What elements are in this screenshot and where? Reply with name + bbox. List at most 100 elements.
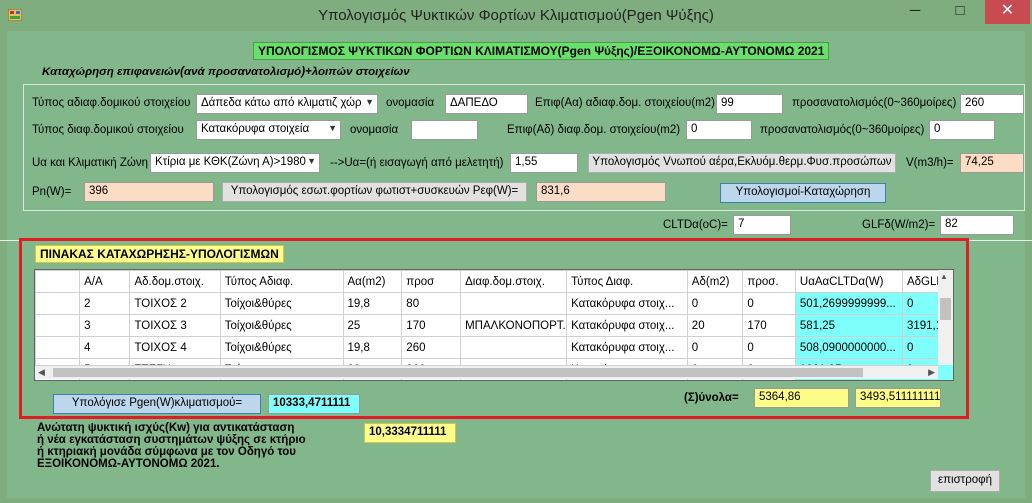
- table-title: ΠΙΝΑΚΑΣ ΚΑΤΑΧΩΡΗΣΗΣ-ΥΠΟΛΟΓΙΣΜΩΝ: [35, 245, 284, 263]
- pgen-output: 10333,4711111: [268, 394, 360, 414]
- column-header[interactable]: προσ: [401, 270, 462, 293]
- column-header[interactable]: προσ.: [742, 270, 796, 293]
- table-cell[interactable]: Κατακόρυφα στοιχ...: [566, 292, 688, 315]
- calc-internal-loads-button[interactable]: Υπολογισμός εσωτ.φορτίων φωτιστ+συσκευών…: [222, 182, 527, 202]
- table-cell[interactable]: 170: [742, 314, 796, 337]
- chevron-down-icon: ▼: [307, 156, 316, 166]
- calc-fresh-air-button[interactable]: Υπολογισμός Vνωπού αέρα,Εκλυόμ.θερμ.Φυσ.…: [588, 153, 896, 173]
- opaque-type-select[interactable]: Δάπεδα κάτω από κλιματιζ χώρ ▼: [196, 94, 378, 114]
- table-cell[interactable]: Τοίχοι&θύρες: [219, 292, 344, 315]
- table-cell[interactable]: [460, 336, 568, 359]
- row-header[interactable]: [35, 292, 81, 315]
- calculate-register-button[interactable]: Υπολογισμοί-Καταχώρηση: [720, 183, 886, 203]
- table-cell[interactable]: [460, 292, 568, 315]
- close-button[interactable]: ✕: [985, 0, 1030, 24]
- table-cell[interactable]: ΜΠΑΛΚΟΝΟΠΟΡΤ...: [460, 314, 568, 337]
- opaque-area-input[interactable]: 99: [716, 94, 783, 114]
- table-cell[interactable]: Κατακόρυφα στοιχ...: [566, 314, 688, 337]
- transparent-name-input[interactable]: [411, 120, 478, 140]
- transparent-area-label: Επιφ(Αδ) διαφ.δομ. στοιχείου(m2): [507, 124, 681, 136]
- transparent-type-select[interactable]: Κατακόρυφα στοιχεία ▼: [196, 120, 341, 140]
- transparent-orientation-input[interactable]: 0: [929, 120, 995, 140]
- table-cell[interactable]: 0: [686, 336, 744, 359]
- total-glf-output: 3493,511111111: [855, 388, 941, 408]
- table-cell[interactable]: 260: [401, 336, 462, 359]
- table-cell[interactable]: Τοίχοι&θύρες: [219, 314, 344, 337]
- table-cell[interactable]: 501,2699999999...: [794, 292, 903, 315]
- opaque-type-label: Τύπος αδιαφ.δομικού στοιχείου: [32, 97, 191, 109]
- footnote-line: ή νέα εγκατάσταση συστημάτων ψύξης σε κτ…: [37, 434, 306, 446]
- table-cell[interactable]: 25: [342, 314, 403, 337]
- row-header[interactable]: [35, 314, 81, 337]
- table-cell[interactable]: 19,8: [342, 336, 403, 359]
- table-cell[interactable]: 581,25: [794, 314, 903, 337]
- kw-output: 10,3334711111: [364, 423, 456, 443]
- page-banner: ΥΠΟΛΟΓΙΣΜΟΣ ΨΥΚΤΙΚΩΝ ΦΟΡΤΙΩΝ ΚΛΙΜΑΤΙΣΜΟΥ…: [253, 42, 830, 60]
- footnote-line: ή κτηριακή μονάδα σύμφωνα με τον Οδηγό τ…: [37, 446, 296, 458]
- back-button[interactable]: επιστροφή: [930, 470, 1000, 492]
- table-row[interactable]: 4 ΤΟΙΧΟΣ 4 Τοίχοι&θύρες 19,8 260 Κατακόρ…: [35, 336, 953, 359]
- zone-value: Κτίρια με ΚΘΚ(Ζώνη Α)>1980: [155, 156, 306, 168]
- table-cell[interactable]: Τοίχοι&θύρες: [219, 336, 344, 359]
- table-cell[interactable]: ΤΟΙΧΟΣ 4: [129, 336, 221, 359]
- column-header[interactable]: UαAαCLTDα(W): [794, 270, 903, 293]
- vertical-scrollbar[interactable]: ▲: [938, 270, 953, 365]
- scroll-up-icon[interactable]: ▲: [940, 272, 948, 281]
- ua-label: -->Uα=(ή εισαγωγή από μελετητή): [330, 157, 504, 169]
- table-cell[interactable]: 0: [742, 292, 796, 315]
- v-label: V(m3/h)=: [906, 157, 954, 169]
- table-cell[interactable]: 19,8: [342, 292, 403, 315]
- cltd-label: CLTDα(oC)=: [663, 219, 728, 231]
- table-cell[interactable]: 80: [401, 292, 462, 315]
- opaque-orientation-input[interactable]: 260: [960, 94, 1024, 114]
- opaque-orientation-label: προσανατολισμός(0~360μοίρες): [792, 97, 957, 109]
- opaque-name-label: ονομασία: [386, 97, 435, 109]
- table-cell[interactable]: 4: [79, 336, 131, 359]
- opaque-area-label: Επιφ(Αα) αδιαφ.δομ. στοιχείου(m2): [535, 97, 715, 109]
- scroll-left-icon[interactable]: ◀: [38, 367, 45, 378]
- table-cell[interactable]: 2: [79, 292, 131, 315]
- table-cell[interactable]: 0: [742, 336, 796, 359]
- opaque-type-value: Δάπεδα κάτω από κλιματιζ χώρ: [201, 97, 362, 109]
- scroll-right-icon[interactable]: ▶: [928, 367, 935, 378]
- cltd-output: 7: [733, 215, 791, 235]
- horizontal-scrollbar[interactable]: ◀ ▶: [35, 365, 938, 379]
- table-cell[interactable]: 0: [686, 292, 744, 315]
- opaque-name-input[interactable]: ΔΑΠΕΔΟ: [445, 94, 528, 114]
- hscroll-thumb[interactable]: [53, 368, 863, 377]
- table-cell[interactable]: ΤΟΙΧΟΣ 2: [129, 292, 221, 315]
- calculate-pgen-button[interactable]: Υπολόγισε Pgen(W)κλιματισμού=: [53, 394, 261, 414]
- ref-output: 831,6: [536, 182, 666, 202]
- glf-output: 82: [940, 215, 1014, 235]
- table-cell[interactable]: 20: [686, 314, 744, 337]
- window-title: Υπολογισμός Ψυκτικών Φορτίων Κλιματισμού…: [318, 7, 714, 24]
- row-header[interactable]: [35, 336, 81, 359]
- glf-label: GLFδ(W/m2)=: [862, 219, 936, 231]
- table-cell[interactable]: 3: [79, 314, 131, 337]
- table-row[interactable]: 3 ΤΟΙΧΟΣ 3 Τοίχοι&θύρες 25 170 ΜΠΑΛΚΟΝΟΠ…: [35, 314, 953, 337]
- section-heading: Καταχώρηση επιφανειών(ανά προσανατολισμό…: [42, 66, 410, 78]
- column-header[interactable]: Τύπος Αδιαφ.: [219, 270, 344, 293]
- table-cell[interactable]: 170: [401, 314, 462, 337]
- column-header[interactable]: Α/Α: [79, 270, 131, 293]
- table-cell[interactable]: Κατακόρυφα στοιχ...: [566, 336, 688, 359]
- transparent-type-label: Τύπος διαφ.δομικού στοιχείου: [32, 124, 184, 136]
- table-cell[interactable]: 508,0900000000...: [794, 336, 903, 359]
- column-header[interactable]: Τύπος Διαφ.: [566, 270, 688, 293]
- ua-input[interactable]: 1,55: [510, 153, 578, 173]
- column-header[interactable]: Αδ.δομ.στοιχ.: [129, 270, 221, 293]
- column-header[interactable]: Διαφ.δομ.στοιχ.: [460, 270, 568, 293]
- v-output: 74,25: [960, 153, 1024, 173]
- restore-button[interactable]: □: [940, 0, 980, 24]
- zone-select[interactable]: Κτίρια με ΚΘΚ(Ζώνη Α)>1980 ▼: [150, 153, 320, 173]
- scroll-thumb[interactable]: [940, 298, 951, 320]
- transparent-orientation-label: προσανατολισμός(0~360μοίρες): [760, 124, 925, 136]
- column-header[interactable]: Αα(m2): [342, 270, 403, 293]
- grid-header-row: Α/Α Αδ.δομ.στοιχ. Τύπος Αδιαφ. Αα(m2) πρ…: [35, 270, 953, 293]
- column-header[interactable]: Αδ(m2): [686, 270, 744, 293]
- table-row[interactable]: 2 ΤΟΙΧΟΣ 2 Τοίχοι&θύρες 19,8 80 Κατακόρυ…: [35, 292, 953, 315]
- minimize-button[interactable]: ─: [895, 0, 935, 24]
- totals-label: (Σ)ύνολα=: [684, 392, 739, 404]
- table-cell[interactable]: ΤΟΙΧΟΣ 3: [129, 314, 221, 337]
- transparent-area-input[interactable]: 0: [686, 120, 752, 140]
